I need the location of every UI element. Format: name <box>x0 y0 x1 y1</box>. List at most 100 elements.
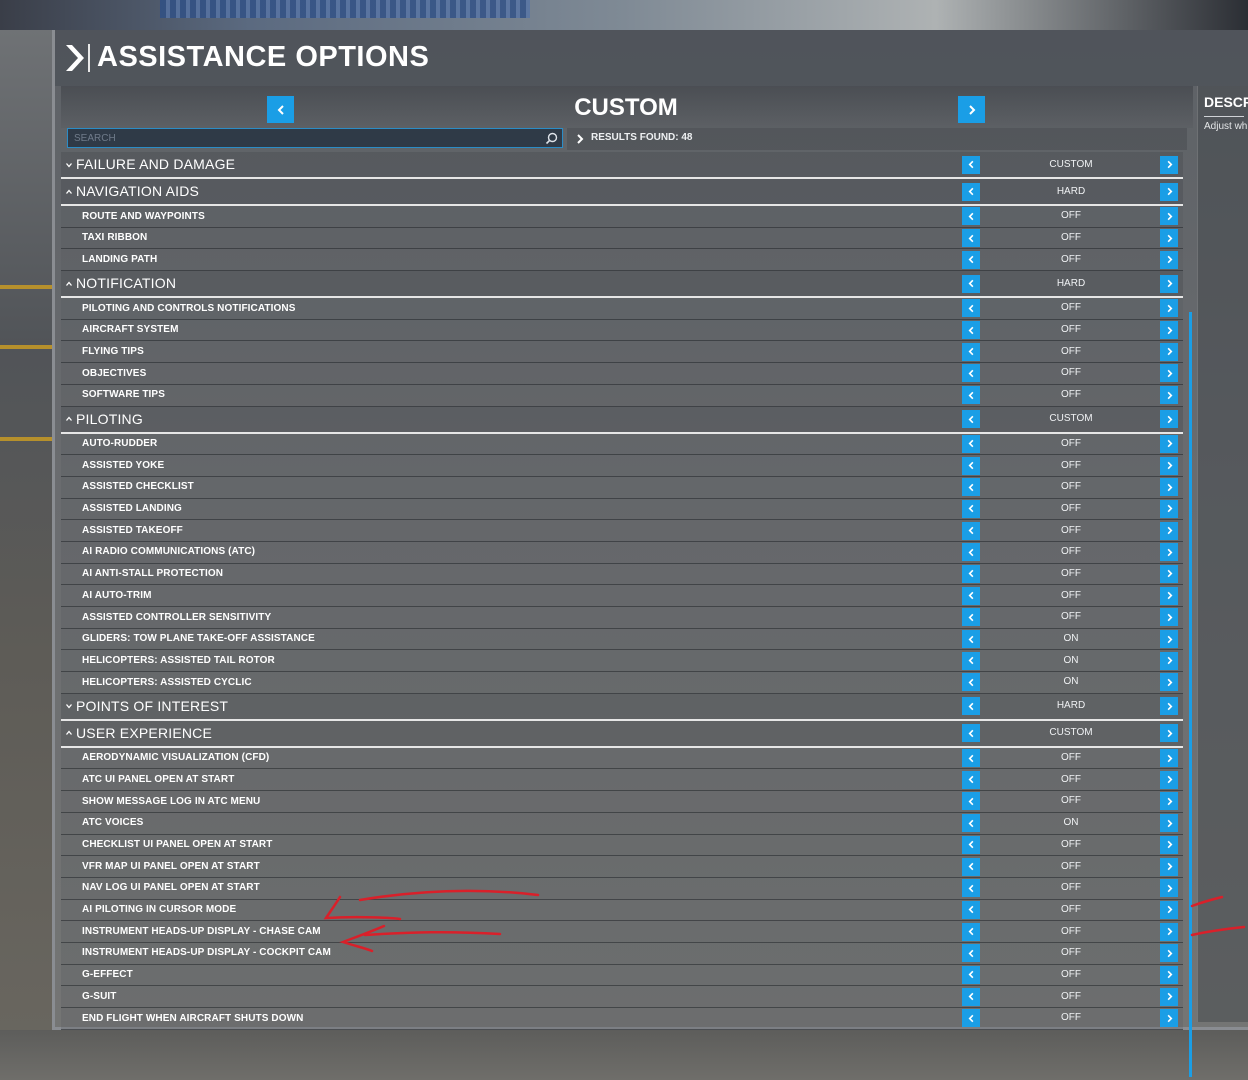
option-row[interactable]: G-EFFECT OFF <box>61 964 1183 987</box>
option-row[interactable]: HELICOPTERS: ASSISTED TAIL ROTOR ON <box>61 650 1183 673</box>
value-next-button[interactable] <box>1160 321 1178 340</box>
value-next-button[interactable] <box>1160 543 1178 562</box>
value-prev-button[interactable] <box>962 608 980 627</box>
option-row[interactable]: AERODYNAMIC VISUALIZATION (CFD) OFF <box>61 747 1183 770</box>
option-row[interactable]: PILOTING AND CONTROLS NOTIFICATIONS OFF <box>61 298 1183 320</box>
value-next-button[interactable] <box>1160 274 1178 293</box>
value-prev-button[interactable] <box>962 651 980 670</box>
value-next-button[interactable] <box>1160 478 1178 497</box>
category-row[interactable]: NOTIFICATION HARD <box>61 271 1183 299</box>
value-prev-button[interactable] <box>962 250 980 269</box>
value-next-button[interactable] <box>1160 770 1178 789</box>
value-prev-button[interactable] <box>962 386 980 405</box>
value-next-button[interactable] <box>1160 630 1178 649</box>
option-row[interactable]: ATC VOICES ON <box>61 812 1183 835</box>
value-prev-button[interactable] <box>962 586 980 605</box>
option-row[interactable]: G-SUIT OFF <box>61 986 1183 1008</box>
value-next-button[interactable] <box>1160 342 1178 361</box>
value-prev-button[interactable] <box>962 749 980 768</box>
value-next-button[interactable] <box>1160 410 1178 428</box>
option-row[interactable]: TAXI RIBBON OFF <box>61 227 1183 250</box>
category-row[interactable]: PILOTING CUSTOM <box>61 406 1183 434</box>
value-prev-button[interactable] <box>962 724 980 743</box>
value-next-button[interactable] <box>1160 673 1178 692</box>
caret-up-icon[interactable] <box>65 729 73 737</box>
value-next-button[interactable] <box>1160 697 1178 716</box>
option-row[interactable]: ASSISTED CHECKLIST OFF <box>61 476 1183 499</box>
option-row[interactable]: INSTRUMENT HEADS-UP DISPLAY - CHASE CAM O… <box>61 921 1183 943</box>
category-row[interactable]: POINTS OF INTEREST HARD <box>61 693 1183 721</box>
value-next-button[interactable] <box>1160 299 1178 318</box>
option-row[interactable]: AI RADIO COMMUNICATIONS (ATC) OFF <box>61 541 1183 564</box>
value-prev-button[interactable] <box>962 697 980 716</box>
option-row[interactable]: ROUTE AND WAYPOINTS OFF <box>61 206 1183 228</box>
option-row[interactable]: AI PILOTING IN CURSOR MODE OFF <box>61 899 1183 922</box>
preset-next-button[interactable] <box>958 96 985 123</box>
option-row[interactable]: AI AUTO-TRIM OFF <box>61 585 1183 607</box>
option-row[interactable]: ATC UI PANEL OPEN AT START OFF <box>61 769 1183 792</box>
option-row[interactable]: ASSISTED YOKE OFF <box>61 455 1183 477</box>
value-prev-button[interactable] <box>962 770 980 789</box>
category-row[interactable]: USER EXPERIENCE CUSTOM <box>61 720 1183 748</box>
value-prev-button[interactable] <box>962 207 980 226</box>
value-prev-button[interactable] <box>962 630 980 649</box>
value-next-button[interactable] <box>1160 857 1178 876</box>
option-row[interactable]: HELICOPTERS: ASSISTED CYCLIC ON <box>61 672 1183 694</box>
option-row[interactable]: SOFTWARE TIPS OFF <box>61 384 1183 407</box>
value-next-button[interactable] <box>1160 835 1178 854</box>
value-prev-button[interactable] <box>962 564 980 583</box>
option-row[interactable]: ASSISTED LANDING OFF <box>61 498 1183 521</box>
value-next-button[interactable] <box>1160 521 1178 540</box>
value-prev-button[interactable] <box>962 342 980 361</box>
option-row[interactable]: SHOW MESSAGE LOG IN ATC MENU OFF <box>61 791 1183 813</box>
option-row[interactable]: END FLIGHT WHEN AIRCRAFT SHUTS DOWN OFF <box>61 1008 1183 1030</box>
caret-up-icon[interactable] <box>65 280 73 288</box>
option-row[interactable]: OBJECTIVES OFF <box>61 363 1183 385</box>
value-prev-button[interactable] <box>962 673 980 692</box>
caret-down-icon[interactable] <box>65 702 73 710</box>
value-next-button[interactable] <box>1160 564 1178 583</box>
preset-prev-button[interactable] <box>267 96 294 123</box>
option-row[interactable]: CHECKLIST UI PANEL OPEN AT START OFF <box>61 834 1183 857</box>
option-row[interactable]: FLYING TIPS OFF <box>61 341 1183 364</box>
value-prev-button[interactable] <box>962 499 980 518</box>
value-next-button[interactable] <box>1160 434 1178 453</box>
option-row[interactable]: AIRCRAFT SYSTEM OFF <box>61 319 1183 342</box>
value-prev-button[interactable] <box>962 434 980 453</box>
caret-up-icon[interactable] <box>65 415 73 423</box>
value-prev-button[interactable] <box>962 155 980 174</box>
value-next-button[interactable] <box>1160 155 1178 174</box>
caret-up-icon[interactable] <box>65 188 73 196</box>
value-next-button[interactable] <box>1160 749 1178 768</box>
value-prev-button[interactable] <box>962 364 980 383</box>
value-next-button[interactable] <box>1160 987 1178 1006</box>
value-prev-button[interactable] <box>962 965 980 984</box>
value-prev-button[interactable] <box>962 987 980 1006</box>
value-prev-button[interactable] <box>962 944 980 963</box>
search-input[interactable] <box>74 131 534 145</box>
value-prev-button[interactable] <box>962 1009 980 1028</box>
category-row[interactable]: NAVIGATION AIDS HARD <box>61 179 1183 206</box>
value-next-button[interactable] <box>1160 386 1178 405</box>
value-next-button[interactable] <box>1160 922 1178 941</box>
value-prev-button[interactable] <box>962 835 980 854</box>
value-next-button[interactable] <box>1160 182 1178 201</box>
value-next-button[interactable] <box>1160 944 1178 963</box>
value-prev-button[interactable] <box>962 814 980 833</box>
value-next-button[interactable] <box>1160 879 1178 898</box>
value-prev-button[interactable] <box>962 521 980 540</box>
scrollbar[interactable] <box>1189 312 1192 1077</box>
value-next-button[interactable] <box>1160 900 1178 919</box>
value-prev-button[interactable] <box>962 299 980 318</box>
value-next-button[interactable] <box>1160 792 1178 811</box>
value-next-button[interactable] <box>1160 608 1178 627</box>
value-next-button[interactable] <box>1160 207 1178 226</box>
value-next-button[interactable] <box>1160 1009 1178 1028</box>
option-row[interactable]: LANDING PATH OFF <box>61 249 1183 272</box>
value-next-button[interactable] <box>1160 814 1178 833</box>
value-next-button[interactable] <box>1160 250 1178 269</box>
option-row[interactable]: AUTO-RUDDER OFF <box>61 433 1183 456</box>
caret-down-icon[interactable] <box>65 161 73 169</box>
value-next-button[interactable] <box>1160 229 1178 248</box>
value-next-button[interactable] <box>1160 456 1178 475</box>
